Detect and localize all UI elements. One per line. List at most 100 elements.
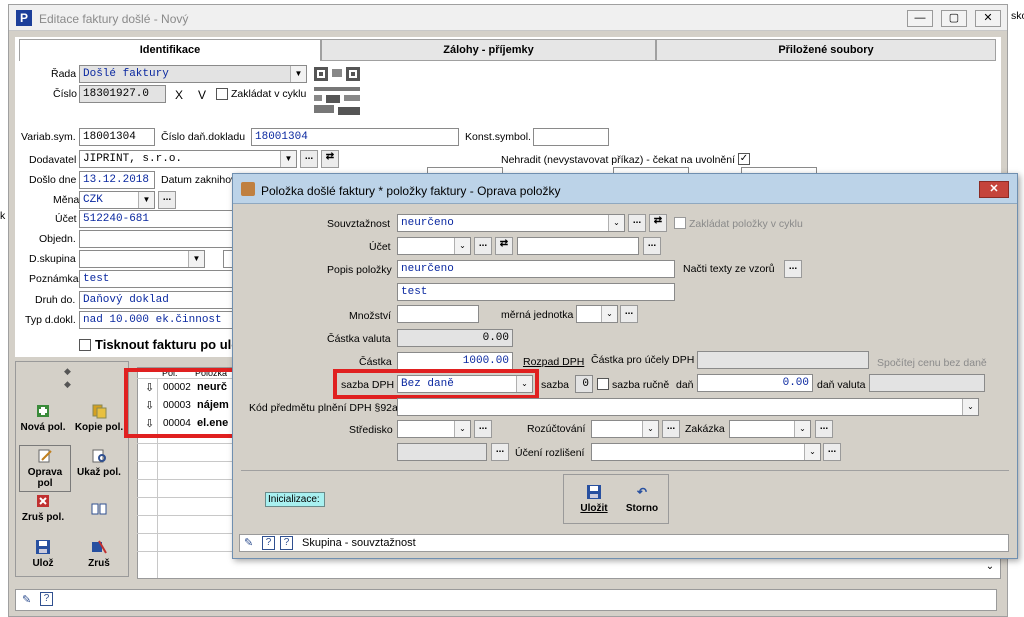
poznamka-field[interactable]: test (79, 270, 239, 288)
uceni-rozliseni-select[interactable] (591, 443, 821, 461)
castka-valuta-field[interactable]: 0.00 (397, 329, 513, 347)
book-icon[interactable] (73, 501, 125, 520)
more-button[interactable]: ... (620, 305, 638, 323)
doslo-field[interactable]: 13.12.2018 (79, 171, 155, 189)
popis-field-1[interactable]: neurčeno (397, 260, 675, 278)
dodavatel-value: JIPRINT, s.r.o. (83, 153, 183, 165)
chevron-down-icon[interactable]: ⌄ (642, 421, 658, 437)
castka-dph-field[interactable] (697, 351, 869, 369)
nehradit-checkbox[interactable]: ✓ (738, 153, 750, 165)
ucet-name-field[interactable] (517, 237, 639, 255)
zrus-pol-label: Zruš pol. (21, 512, 65, 523)
new-note-icon[interactable]: ✎ (22, 593, 31, 606)
sazba-field[interactable]: 0 (575, 375, 593, 393)
more-button[interactable]: ... (815, 420, 833, 438)
nova-pol-button[interactable]: Nová pol. (17, 403, 69, 433)
zrus-pol-button[interactable]: Zruš pol. (17, 493, 69, 523)
rada-label: Řada (51, 68, 77, 80)
dialog-close-icon[interactable]: ✕ (979, 181, 1009, 198)
zakladat-polozky-checkbox[interactable] (674, 217, 686, 229)
kod-predmetu-select[interactable] (397, 398, 979, 416)
move-down-icon[interactable]: ◆ (64, 379, 71, 390)
rozpad-dph-link[interactable]: Rozpad DPH (523, 356, 584, 368)
more-button[interactable]: ... (823, 443, 841, 461)
move-up-icon[interactable]: ◆ (64, 366, 71, 377)
chevron-down-icon[interactable]: ⌄ (794, 421, 810, 437)
more-button[interactable]: ... (491, 443, 509, 461)
more-button[interactable]: ... (474, 237, 492, 255)
uloz-button[interactable]: Ulož (17, 539, 69, 569)
castka-field[interactable]: 1000.00 (397, 352, 513, 370)
ucet-field[interactable]: 512240-681 (79, 210, 239, 228)
maximize-icon[interactable]: ▢ (941, 10, 967, 27)
dan-value: 0.00 (782, 377, 809, 389)
refresh-icon[interactable]: ⇄ (649, 214, 667, 232)
cislo-field[interactable]: 18301927.0 (79, 85, 166, 103)
chevron-down-icon[interactable]: ⌄ (454, 421, 470, 437)
help-icon[interactable]: ? (262, 536, 275, 550)
spocitej-cenu-button[interactable]: Spočítej cenu bez daně (877, 357, 987, 369)
zrus-button[interactable]: Zruš (73, 539, 125, 569)
tab-prilozene-soubory[interactable]: Přiložené soubory (656, 39, 996, 61)
qr-code-icon[interactable] (314, 67, 360, 117)
delete-item-icon (37, 495, 49, 507)
chevron-down-icon[interactable]: ⌄ (804, 444, 820, 460)
close-icon[interactable]: ✕ (975, 10, 1001, 27)
cislo-dan-field[interactable]: 18001304 (251, 128, 459, 146)
app-logo-icon: P (16, 10, 32, 26)
sazba-label: sazba (541, 379, 570, 391)
tab-zalohy[interactable]: Zálohy - příjemky (321, 39, 656, 61)
chevron-down-icon[interactable]: ⌄ (601, 306, 617, 322)
more-button[interactable]: ... (474, 420, 492, 438)
ukaz-pol-button[interactable]: Ukaž pol. (73, 448, 125, 478)
chevron-down-icon[interactable]: ▼ (290, 66, 306, 82)
dodavatel-select[interactable]: JIPRINT, s.r.o. (79, 150, 297, 168)
chevron-down-icon[interactable]: ⌄ (608, 215, 624, 231)
rada-select[interactable]: Došlé faktury (79, 65, 307, 83)
dskupina-select[interactable] (79, 250, 205, 268)
new-item-icon (37, 405, 49, 417)
help-context-icon[interactable]: ? (280, 536, 293, 550)
refresh-icon[interactable]: ⇄ (495, 237, 513, 255)
more-button[interactable]: ... (300, 150, 318, 168)
dan-valuta-field[interactable] (869, 374, 985, 392)
objedn-field[interactable] (79, 230, 239, 248)
mnozstvi-field[interactable] (397, 305, 479, 323)
dan-field[interactable]: 0.00 (697, 374, 813, 392)
chevron-down-icon[interactable]: ⌄ (454, 238, 470, 254)
typ-field[interactable]: nad 10.000 ek.činnost (79, 311, 239, 329)
sazba-rucne-checkbox[interactable] (597, 378, 609, 390)
kopie-pol-button[interactable]: Kopie pol. (73, 403, 125, 433)
minimize-icon[interactable]: — (907, 10, 933, 27)
zakladat-checkbox[interactable] (216, 88, 228, 100)
scroll-down-icon[interactable]: ⌄ (981, 561, 999, 577)
konst-field[interactable] (533, 128, 609, 146)
popis-value2: test (401, 286, 428, 298)
tisknout-label: Tisknout fakturu po ulo (95, 337, 240, 352)
help-icon[interactable]: ? (40, 592, 53, 606)
extra-field[interactable] (397, 443, 487, 461)
oprava-pol-button[interactable]: Oprava pol (19, 445, 71, 492)
chevron-down-icon[interactable]: ▼ (188, 251, 204, 267)
sazba-rucne-label: sazba ručně (612, 379, 670, 391)
save-icon (587, 485, 601, 499)
variab-field[interactable]: 18001304 (79, 128, 155, 146)
chevron-down-icon[interactable]: ▼ (138, 192, 154, 208)
druh-field[interactable]: Daňový doklad (79, 291, 239, 309)
chevron-down-icon[interactable]: ⌄ (962, 399, 978, 415)
more-button[interactable]: ... (628, 214, 646, 232)
chevron-down-icon[interactable]: ▼ (280, 151, 296, 167)
ulozit-button[interactable]: Uložit (569, 484, 619, 514)
tab-identifikace[interactable]: Identifikace (19, 39, 321, 61)
popis-field-2[interactable]: test (397, 283, 675, 301)
refresh-icon[interactable]: ⇄ (321, 150, 339, 168)
zakladat-label: Zakládat v cyklu (231, 88, 307, 100)
storno-button[interactable]: ↶ Storno (617, 484, 667, 514)
souvztaznost-select[interactable]: neurčeno (397, 214, 625, 232)
more-button[interactable]: ... (784, 260, 802, 278)
new-note-icon[interactable]: ✎ (244, 536, 253, 549)
tisknout-checkbox[interactable] (79, 339, 91, 351)
more-button[interactable]: ... (643, 237, 661, 255)
more-button[interactable]: ... (662, 420, 680, 438)
more-button[interactable]: ... (158, 191, 176, 209)
